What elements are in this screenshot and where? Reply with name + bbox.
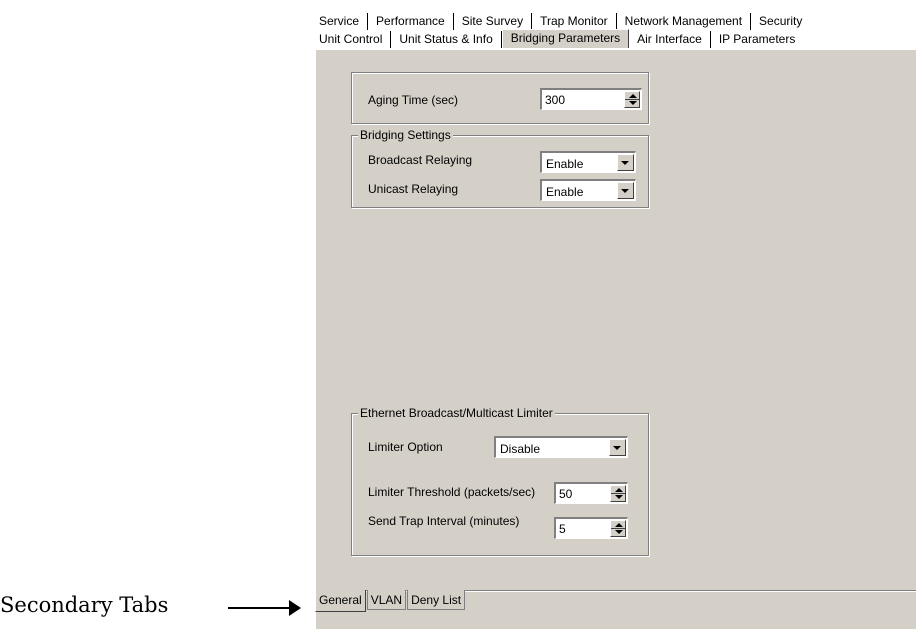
bridging-parameters-panel: Aging Time (sec) 300 Bridging Settings B… [315, 49, 916, 629]
chevron-down-icon [621, 161, 629, 165]
spin-up-icon[interactable] [629, 94, 637, 98]
aging-time-group: Aging Time (sec) 300 [351, 72, 649, 124]
tab-unit-control[interactable]: Unit Control [311, 31, 392, 48]
broadcast-relaying-label: Broadcast Relaying [368, 153, 473, 167]
spin-buttons[interactable] [624, 91, 640, 108]
tab-service[interactable]: Service [311, 13, 369, 30]
spin-down-icon[interactable] [629, 101, 637, 105]
unicast-relaying-select[interactable]: Enable [540, 179, 636, 201]
broadcast-relaying-value: Enable [546, 157, 584, 171]
tab-vlan[interactable]: VLAN [366, 590, 407, 610]
unicast-relaying-label: Unicast Relaying [368, 182, 459, 196]
tab-unit-status-info[interactable]: Unit Status & Info [391, 31, 502, 48]
bridging-settings-legend: Bridging Settings [358, 128, 453, 142]
tab-ip-parameters[interactable]: IP Parameters [710, 31, 804, 48]
tab-deny-list[interactable]: Deny List [407, 590, 466, 610]
chevron-down-icon [621, 189, 629, 193]
arrow-right-icon [289, 600, 301, 616]
aging-time-label: Aging Time (sec) [368, 93, 459, 107]
dropdown-button[interactable] [609, 439, 626, 456]
dropdown-button[interactable] [617, 182, 634, 199]
tab-row-bottom: Unit Control Unit Status & Info Bridging… [311, 29, 804, 48]
limiter-threshold-value: 50 [559, 487, 573, 501]
broadcast-relaying-select[interactable]: Enable [540, 151, 636, 173]
broadcast-multicast-limiter-group: Ethernet Broadcast/Multicast Limiter Lim… [351, 406, 649, 556]
aging-time-value: 300 [545, 93, 566, 107]
spin-down-icon[interactable] [615, 530, 623, 534]
limiter-option-label: Limiter Option [368, 440, 443, 454]
limiter-legend: Ethernet Broadcast/Multicast Limiter [358, 406, 555, 420]
tab-air-interface[interactable]: Air Interface [629, 31, 711, 48]
tab-security[interactable]: Security [751, 13, 811, 30]
tab-row-top: Service Performance Site Survey Trap Mon… [311, 12, 811, 30]
bridging-settings-group: Bridging Settings Broadcast Relaying Ena… [351, 128, 649, 208]
tab-site-survey[interactable]: Site Survey [453, 13, 533, 30]
dropdown-button[interactable] [617, 154, 634, 171]
limiter-threshold-spinner[interactable]: 50 [554, 482, 628, 504]
aging-time-spinner[interactable]: 300 [540, 88, 642, 110]
tab-network-management[interactable]: Network Management [616, 13, 752, 30]
limiter-threshold-label: Limiter Threshold (packets/sec) [368, 485, 536, 499]
spin-down-icon[interactable] [615, 495, 623, 499]
send-trap-interval-value: 5 [559, 522, 566, 536]
limiter-option-value: Disable [500, 442, 541, 456]
unicast-relaying-value: Enable [546, 185, 584, 199]
send-trap-interval-label: Send Trap Interval (minutes) [368, 514, 520, 528]
tab-general[interactable]: General [315, 590, 366, 612]
secondary-tabs: General VLAN Deny List [315, 590, 466, 612]
chevron-down-icon [613, 446, 621, 450]
spin-buttons[interactable] [610, 520, 626, 537]
spin-up-icon[interactable] [615, 523, 623, 527]
spin-up-icon[interactable] [615, 488, 623, 492]
annotation-arrow-line [228, 607, 290, 609]
tab-trap-monitor[interactable]: Trap Monitor [532, 13, 617, 30]
tab-bridging-parameters[interactable]: Bridging Parameters [501, 29, 630, 48]
send-trap-interval-spinner[interactable]: 5 [554, 517, 628, 539]
secondary-tabs-annotation: Secondary Tabs [0, 593, 169, 617]
limiter-option-select[interactable]: Disable [494, 436, 628, 458]
spin-buttons[interactable] [610, 485, 626, 502]
tab-performance[interactable]: Performance [368, 13, 454, 30]
